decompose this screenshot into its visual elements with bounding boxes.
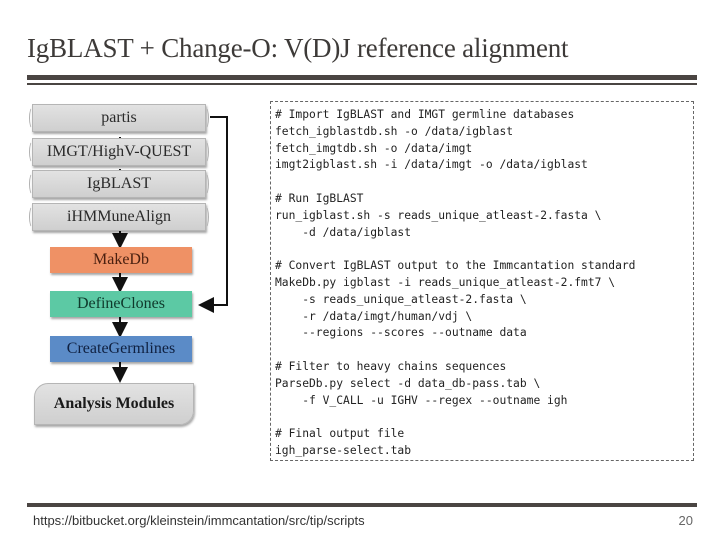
code-comment: # Import IgBLAST and IMGT germline datab… — [275, 108, 575, 121]
code-block: # Import IgBLAST and IMGT germline datab… — [270, 101, 694, 461]
aligner-partis: partis — [29, 104, 209, 132]
step-makedb: MakeDb — [50, 247, 192, 273]
analysis-label: Analysis Modules — [53, 395, 175, 412]
footer-rule — [27, 503, 697, 507]
footer-link[interactable]: https://bitbucket.org/kleinstein/immcant… — [33, 513, 365, 528]
analysis-modules: Analysis Modules — [34, 383, 194, 425]
code-line: -f V_CALL -u IGHV --regex --outname igh — [275, 393, 568, 407]
code-line: -s reads_unique_atleast-2.fasta \ — [275, 292, 527, 306]
code-comment: # Run IgBLAST — [275, 191, 364, 205]
aligner-imgt-highv-quest: IMGT/HighV-QUEST — [29, 138, 209, 166]
aligner-label: partis — [101, 109, 137, 126]
code-line: -d /data/igblast — [275, 225, 412, 239]
aligner-label: IMGT/HighV-QUEST — [46, 143, 192, 160]
step-defineclones: DefineClones — [50, 291, 192, 317]
aligner-igblast: IgBLAST — [29, 170, 209, 198]
aligner-label: iHMMuneAlign — [67, 208, 171, 225]
aligner-ihmmunealign: iHMMuneAlign — [29, 203, 209, 231]
page-number: 20 — [678, 513, 693, 528]
code-line: imgt2igblast.sh -i /data/imgt -o /data/i… — [275, 158, 588, 172]
code-line: --regions --scores --outname data — [275, 326, 527, 340]
code-line: MakeDb.py igblast -i reads_unique_atleas… — [275, 275, 616, 289]
code-line: fetch_igblastdb.sh -o /data/igblast — [275, 124, 514, 138]
code-line: igh_parse-select.tab — [275, 443, 412, 457]
step-creategermlines: CreateGermlines — [50, 336, 192, 362]
code-comment: # Filter to heavy chains sequences — [275, 359, 507, 373]
code-comment: # Final output file — [275, 427, 405, 441]
aligner-label: IgBLAST — [87, 175, 151, 192]
code-line: fetch_imgtdb.sh -o /data/imgt — [275, 141, 473, 155]
step-label: CreateGermlines — [66, 340, 176, 357]
code-lines: # Import IgBLAST and IMGT germline datab… — [275, 107, 635, 460]
code-line: run_igblast.sh -s reads_unique_atleast-2… — [275, 208, 602, 222]
code-line: -r /data/imgt/human/vdj \ — [275, 309, 473, 323]
code-comment: # Convert IgBLAST output to the Immcanta… — [275, 259, 636, 273]
step-label: DefineClones — [77, 295, 165, 312]
step-label: MakeDb — [93, 251, 149, 268]
pipeline-diagram: partis IMGT/HighV-QUEST IgBLAST iHMMuneA… — [0, 0, 270, 460]
code-line: ParseDb.py select -d data_db-pass.tab \ — [275, 376, 541, 390]
